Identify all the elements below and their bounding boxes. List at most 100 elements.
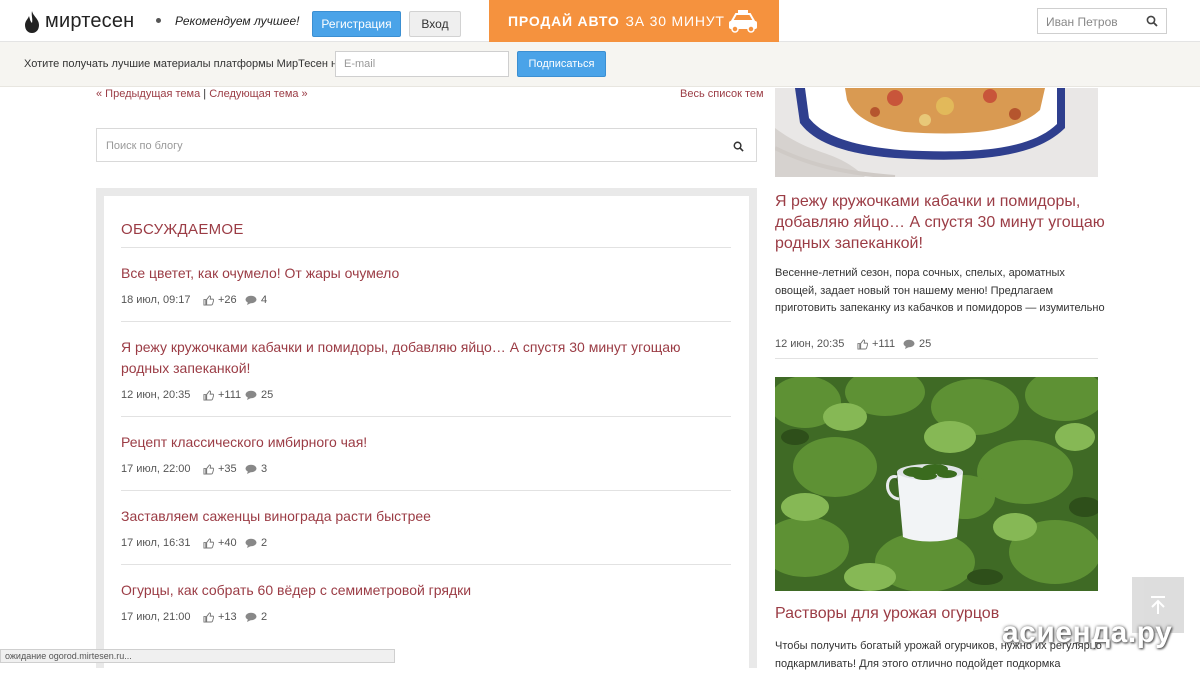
divider [775, 358, 1098, 359]
article-meta: 12 июн, 20:35 +111 25 [775, 337, 931, 351]
item-date: 12 июн, 20:35 [121, 389, 191, 401]
cucumber-photo [775, 377, 1098, 591]
comment-icon [903, 339, 915, 349]
thumbs-up-icon [857, 338, 868, 350]
likes-count: +111 [872, 338, 896, 350]
comment-icon [245, 295, 257, 305]
email-placeholder: E-mail [344, 58, 376, 70]
ad-text: ЗА 30 МИНУТ [625, 13, 725, 29]
topic-nav: « Предыдущая тема | Следующая тема » [96, 88, 308, 100]
comments-count: 2 [261, 611, 268, 623]
article-date: 12 июн, 20:35 [775, 338, 845, 350]
item-title-link[interactable]: Рецепт классического имбирного чая! [121, 432, 731, 453]
item-date: 17 июл, 22:00 [121, 463, 191, 475]
item-title-link[interactable]: Все цветет, как очумело! От жары очумело [121, 263, 731, 284]
item-title-link[interactable]: Огурцы, как собрать 60 вёдер с семиметро… [121, 580, 731, 601]
next-topic-link[interactable]: Следующая тема » [209, 88, 307, 100]
item-date: 17 июл, 16:31 [121, 537, 191, 549]
list-item: Все цветет, как очумело! От жары очумело… [121, 247, 731, 321]
likes: +111 [203, 389, 245, 401]
search-icon[interactable] [733, 141, 744, 152]
article-description: Весенне-летний сезон, пора сочных, спелы… [775, 267, 1105, 314]
subscribe-text: Хотите получать лучшие материалы платфор… [24, 58, 344, 70]
arrow-up-icon [1151, 596, 1165, 614]
thumbs-up-icon [203, 537, 214, 549]
status-bar: ожидание ogorod.mirtesen.ru... [0, 649, 395, 663]
login-button[interactable]: Вход [409, 11, 461, 37]
article-title-link[interactable]: Растворы для урожая огурцов [775, 605, 999, 623]
likes: +13 [203, 611, 245, 623]
flame-logo-icon [25, 10, 39, 33]
likes-count: +35 [218, 463, 237, 475]
user-search-input[interactable]: Иван Петров [1037, 8, 1167, 34]
item-date: 17 июл, 21:00 [121, 611, 191, 623]
likes: +35 [203, 463, 245, 475]
comments: 25 [903, 338, 931, 350]
likes-count: +111 [218, 389, 242, 401]
casserole-photo [775, 88, 1098, 177]
panel-title: ОБСУЖДАЕМОЕ [121, 221, 244, 238]
search-icon[interactable] [1146, 15, 1158, 27]
logo-text: миртесен [45, 10, 135, 32]
comment-icon [245, 464, 257, 474]
list-item: Заставляем саженцы винограда расти быстр… [121, 490, 731, 564]
item-title-link[interactable]: Заставляем саженцы винограда расти быстр… [121, 506, 731, 527]
prev-topic-link[interactable]: « Предыдущая тема [96, 88, 200, 100]
comments: 4 [245, 294, 267, 306]
item-date: 18 июл, 09:17 [121, 294, 191, 306]
comments-count: 25 [919, 338, 932, 350]
discussed-panel: ОБСУЖДАЕМОЕ Все цветет, как очумело! От … [96, 188, 757, 668]
comments-count: 25 [261, 389, 274, 401]
comment-icon [245, 612, 257, 622]
watermark: асиенда.ру [1002, 616, 1173, 649]
likes-count: +26 [218, 294, 237, 306]
item-title-link[interactable]: Я режу кружочками кабачки и помидоры, до… [121, 337, 731, 379]
blog-search-placeholder: Поиск по блогу [106, 140, 183, 152]
comments-count: 2 [261, 537, 268, 549]
ad-banner[interactable]: ПРОДАЙ АВТО ЗА 30 МИНУТ [489, 0, 779, 42]
subscribe-bar: Хотите получать лучшие материалы платфор… [0, 42, 1200, 87]
thumbs-up-icon [203, 611, 214, 623]
discussed-panel-inner: ОБСУЖДАЕМОЕ Все цветет, как очумело! От … [104, 196, 749, 668]
likes: +111 [857, 338, 899, 350]
comments-count: 4 [261, 294, 268, 306]
separator-dot [156, 18, 161, 23]
likes: +26 [203, 294, 245, 306]
comments: 2 [245, 611, 267, 623]
register-button[interactable]: Регистрация [312, 11, 401, 37]
list-item: Я режу кружочками кабачки и помидоры, до… [121, 321, 731, 416]
tagline: Рекомендуем лучшее! [175, 14, 300, 28]
top-bar: миртесен Рекомендуем лучшее! Регистрация… [0, 0, 1200, 42]
item-meta: 12 июн, 20:35 +111 25 [121, 388, 731, 402]
comments: 2 [245, 537, 267, 549]
item-meta: 17 июл, 16:31 +40 2 [121, 536, 731, 550]
article-title-link[interactable]: Я режу кружочками кабачки и помидоры, до… [775, 191, 1105, 254]
likes-count: +13 [218, 611, 237, 623]
thumbs-up-icon [203, 463, 214, 475]
subscribe-button[interactable]: Подписаться [517, 51, 606, 77]
comment-icon [245, 538, 257, 548]
item-meta: 18 июл, 09:17 +26 4 [121, 293, 731, 307]
discussed-list: Все цветет, как очумело! От жары очумело… [121, 247, 731, 638]
comment-icon [245, 390, 257, 400]
comments: 3 [245, 463, 267, 475]
email-field[interactable]: E-mail [335, 51, 509, 77]
taxi-icon [729, 10, 757, 33]
casserole-image[interactable] [775, 88, 1098, 177]
all-topics-link[interactable]: Весь список тем [680, 88, 764, 100]
list-item: Огурцы, как собрать 60 вёдер с семиметро… [121, 564, 731, 638]
comments: 25 [245, 389, 273, 401]
item-meta: 17 июл, 22:00 +35 3 [121, 462, 731, 476]
ad-bold-text: ПРОДАЙ АВТО [508, 13, 620, 29]
blog-search-input[interactable]: Поиск по блогу [96, 128, 757, 162]
likes: +40 [203, 537, 245, 549]
logo[interactable]: миртесен [24, 10, 134, 33]
item-meta: 17 июл, 21:00 +13 2 [121, 610, 731, 624]
cucumber-image[interactable] [775, 377, 1098, 591]
nav-separator: | [200, 88, 210, 100]
user-search-placeholder: Иван Петров [1046, 15, 1118, 29]
thumbs-up-icon [203, 389, 214, 401]
list-item: Рецепт классического имбирного чая! 17 и… [121, 416, 731, 490]
likes-count: +40 [218, 537, 237, 549]
comments-count: 3 [261, 463, 268, 475]
